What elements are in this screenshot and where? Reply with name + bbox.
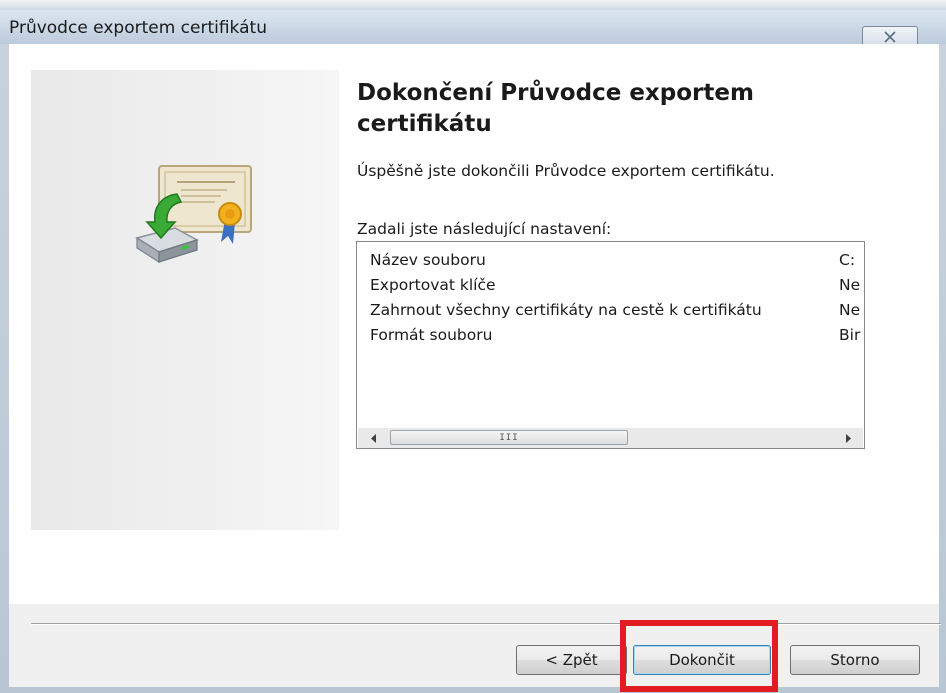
list-item[interactable]: Zahrnout všechny certifikáty na cestě k …	[357, 298, 864, 324]
list-item[interactable]: Formát souboru Bir	[357, 323, 864, 349]
cancel-button[interactable]: Storno	[790, 645, 920, 675]
title-bar[interactable]: Průvodce exportem certifikátu	[0, 10, 946, 48]
dialog-client-area: Dokončení Průvodce exportem certifikátu …	[9, 44, 941, 687]
wizard-heading: Dokončení Průvodce exportem certifikátu	[357, 80, 754, 137]
certificate-export-icon	[135, 165, 252, 264]
scroll-right-button[interactable]	[838, 428, 858, 448]
list-item[interactable]: Název souboru C:	[357, 248, 864, 274]
window-title: Průvodce exportem certifikátu	[9, 18, 267, 38]
back-button[interactable]: < Zpět	[516, 645, 627, 675]
wizard-description: Úspěšně jste dokončili Průvodce exportem…	[357, 162, 775, 180]
scroll-left-icon	[371, 433, 376, 443]
setting-name: Formát souboru	[370, 326, 493, 344]
scroll-thumb[interactable]: III	[390, 430, 628, 445]
horizontal-scrollbar[interactable]: III	[358, 428, 863, 448]
list-item[interactable]: Exportovat klíče Ne	[357, 273, 864, 299]
setting-name: Název souboru	[370, 251, 486, 269]
settings-list[interactable]: Název souboru C: Exportovat klíče Ne Zah…	[356, 241, 865, 449]
wizard-side-panel	[31, 70, 339, 530]
scroll-right-icon	[846, 433, 851, 443]
setting-name: Zahrnout všechny certifikáty na cestě k …	[370, 301, 762, 319]
background-window-strip	[0, 0, 946, 10]
setting-value: Ne	[839, 301, 861, 319]
setting-name: Exportovat klíče	[370, 276, 496, 294]
setting-value: Ne	[839, 276, 861, 294]
close-icon	[884, 31, 896, 43]
setting-value: Bir	[839, 326, 861, 344]
scroll-left-button[interactable]	[364, 428, 384, 448]
setting-value: C:	[839, 251, 856, 269]
footer-separator	[31, 623, 941, 625]
settings-label: Zadali jste následující nastavení:	[357, 220, 612, 238]
finish-highlight-annotation	[620, 620, 778, 692]
